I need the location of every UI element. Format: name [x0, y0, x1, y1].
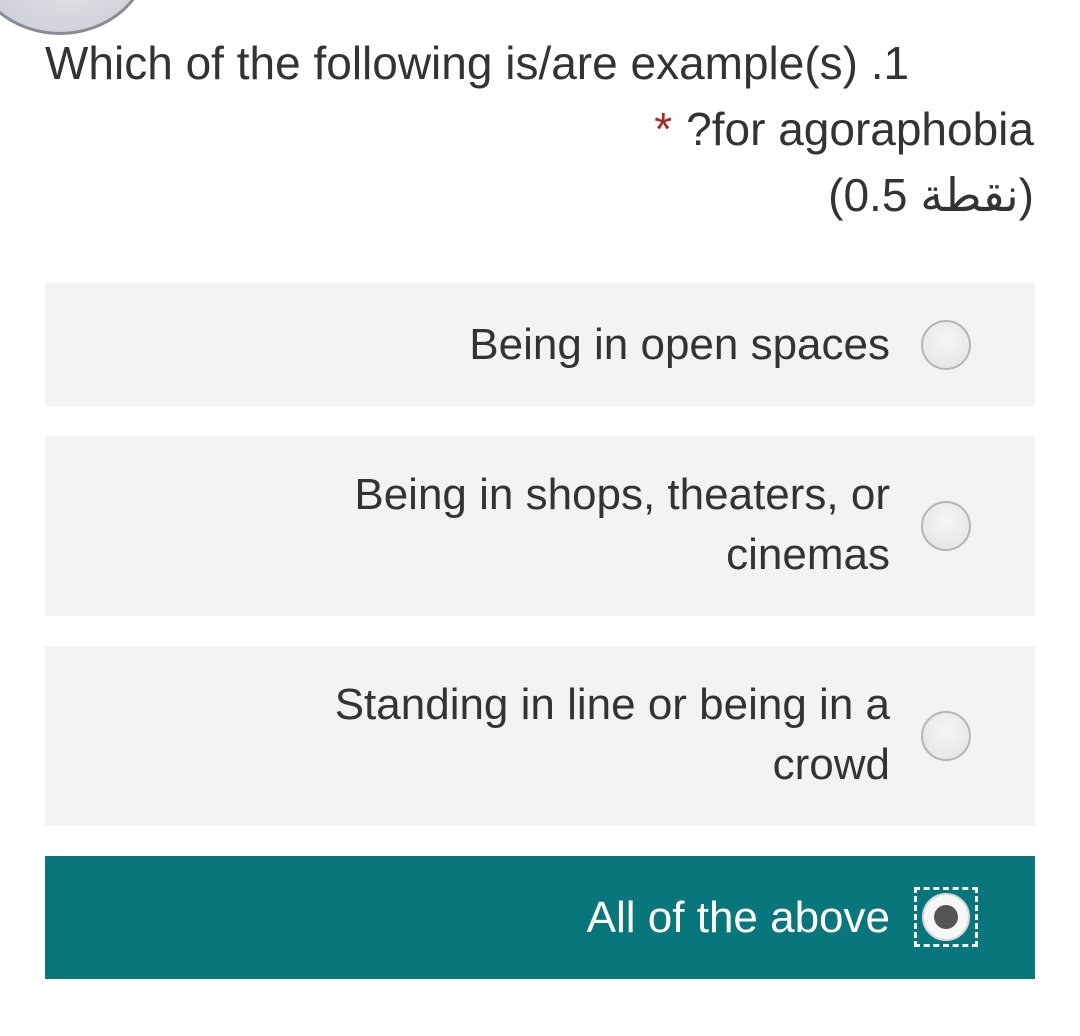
option-label: Being in open spaces	[469, 320, 890, 369]
option-label: Being in shops, theaters, or cinemas	[354, 470, 890, 579]
option-label: All of the above	[586, 893, 890, 942]
question-points: (0.5 نقطة)	[828, 169, 1034, 221]
radio-button-selected[interactable]	[922, 893, 970, 941]
radio-button[interactable]	[921, 320, 971, 370]
option-open-spaces[interactable]: Being in open spaces	[45, 283, 1035, 406]
question-header: Which of the following is/are example(s)…	[34, 30, 1034, 228]
required-asterisk: *	[654, 103, 673, 155]
radio-selected-dot	[934, 905, 958, 929]
option-line-crowd[interactable]: Standing in line or being in a crowd	[45, 646, 1035, 826]
radio-button[interactable]	[921, 711, 971, 761]
question-title-line2: * ?for agoraphobia	[34, 96, 1034, 162]
option-label: Standing in line or being in a crowd	[334, 680, 890, 789]
option-all-of-above[interactable]: All of the above	[45, 856, 1035, 979]
radio-button[interactable]	[921, 501, 971, 551]
radio-focus-ring[interactable]	[914, 887, 978, 947]
option-shops-theaters[interactable]: Being in shops, theaters, or cinemas	[45, 436, 1035, 616]
question-title-text: ?for agoraphobia	[686, 103, 1034, 155]
question-title-line1: Which of the following is/are example(s)…	[45, 37, 910, 89]
